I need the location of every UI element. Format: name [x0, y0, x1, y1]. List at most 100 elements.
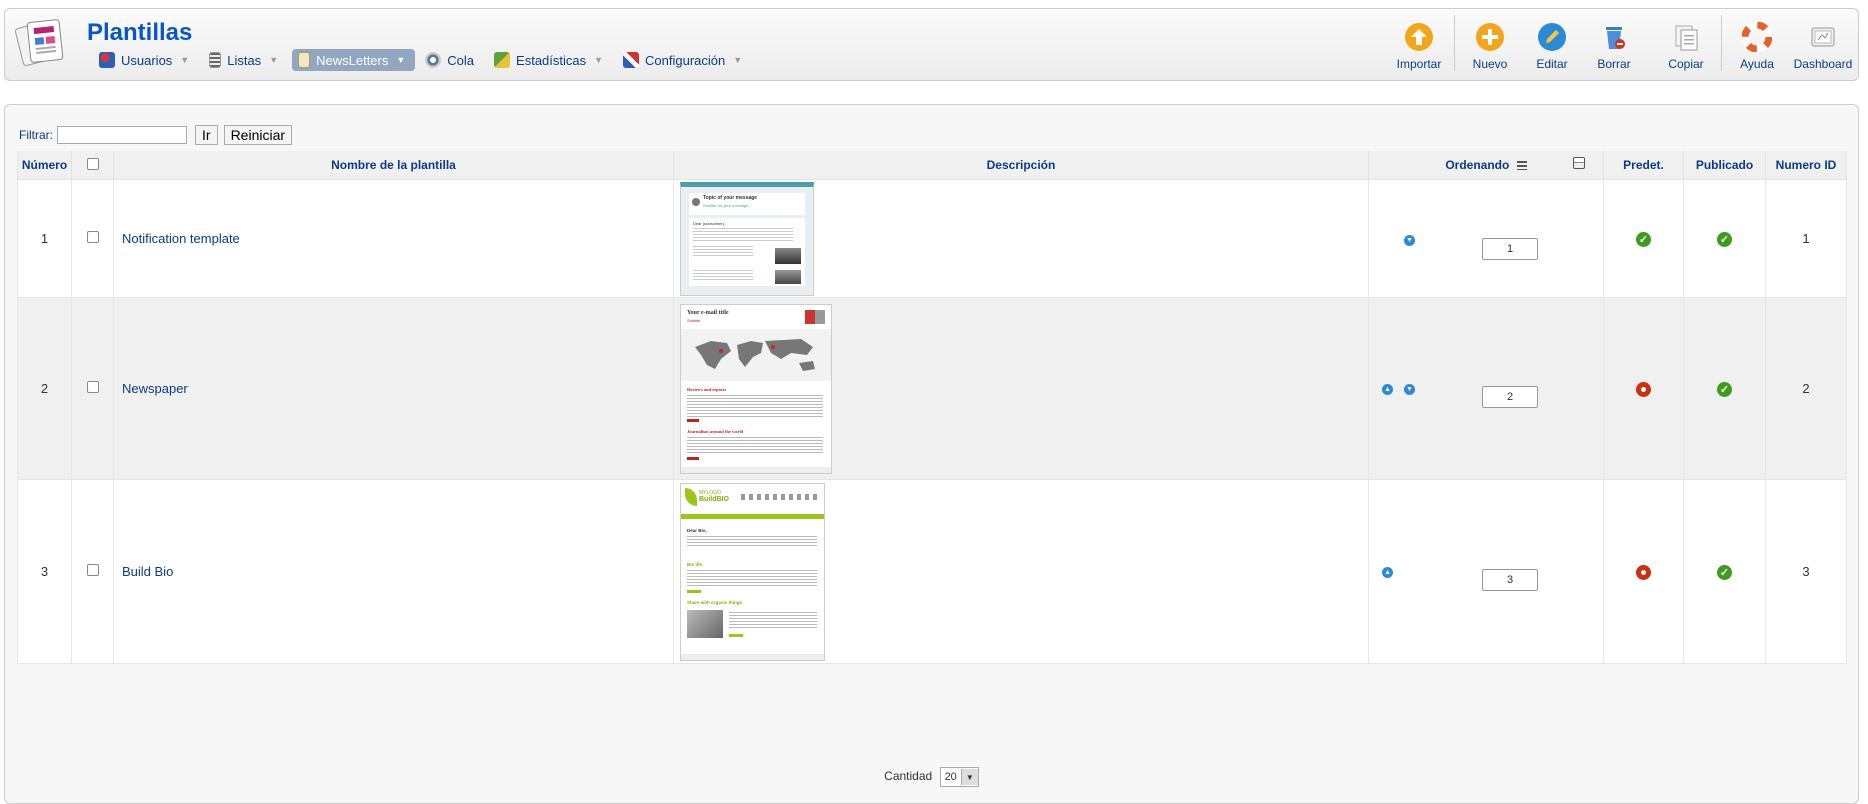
quantity-value: 20 — [944, 771, 957, 783]
menu-item-queue[interactable]: Cola — [419, 49, 484, 71]
menu-item-newsletters[interactable]: NewsLetters ▼ — [292, 49, 416, 71]
row-number: 2 — [17, 297, 72, 480]
delete-button[interactable]: Borrar — [1583, 15, 1645, 77]
row-checkbox[interactable] — [86, 381, 99, 393]
move-down-icon[interactable]: ▼ — [1404, 384, 1415, 395]
menu-item-statistics[interactable]: Estadísticas ▼ — [488, 49, 613, 71]
ordering-cell: ▲ ▼ 2 — [1368, 297, 1604, 480]
row-id: 2 — [1765, 297, 1847, 480]
caret-down-icon: ▼ — [594, 55, 604, 65]
caret-down-icon: ▼ — [733, 55, 743, 65]
thumb-world-map — [681, 328, 831, 381]
thumb-heading: Bio life — [687, 561, 703, 567]
template-thumbnail-newspaper[interactable]: Your e-mail title Subtitle Reviews and r… — [680, 303, 832, 474]
edit-label: Editar — [1536, 57, 1568, 71]
ordering-cell: ▲ 3 — [1368, 479, 1604, 664]
leaf-icon — [685, 487, 697, 506]
thumb-greeting: Dear {subscriber}, — [693, 220, 726, 226]
default-cell — [1603, 479, 1684, 664]
dashboard-button[interactable]: Dashboard — [1788, 15, 1858, 77]
thumb-subtitle: Subtitle for your message — [703, 202, 749, 208]
table-row: 1 Notification template Topic of your me… — [17, 179, 1847, 298]
content-panel: Filtrar: Ir Reiniciar Número Nombre de l… — [4, 104, 1859, 804]
thumb-text-lines — [693, 227, 793, 242]
import-label: Importar — [1396, 57, 1442, 71]
column-header-number[interactable]: Número — [17, 151, 72, 180]
column-header-name[interactable]: Nombre de la plantilla — [113, 151, 674, 180]
copy-icon — [1670, 21, 1702, 53]
order-input[interactable]: 3 — [1482, 569, 1538, 591]
select-all-checkbox[interactable] — [86, 157, 99, 170]
template-thumbnail-notification[interactable]: Topic of your message Subtitle for your … — [680, 181, 814, 296]
order-input[interactable]: 2 — [1482, 386, 1538, 408]
row-number: 1 — [17, 179, 72, 298]
new-button[interactable]: Nuevo — [1459, 15, 1521, 77]
description-cell: Topic of your message Subtitle for your … — [673, 179, 1369, 298]
thumb-green-bar — [681, 513, 824, 519]
toolbar: Importar Nuevo Editar Borrar Copiar Ayud… — [1388, 15, 1858, 77]
move-up-icon[interactable]: ▲ — [1382, 384, 1393, 395]
menu-item-users[interactable]: Usuarios ▼ — [93, 49, 199, 71]
not-default-icon[interactable] — [1636, 565, 1651, 580]
column-header-id[interactable]: Numero ID — [1765, 151, 1847, 180]
thumb-nav-icons — [741, 493, 817, 500]
thumb-title: Your e-mail title — [687, 309, 729, 316]
thumb-read-more — [729, 633, 743, 637]
row-checkbox[interactable] — [86, 231, 99, 243]
queue-icon — [425, 52, 442, 68]
templates-logo-icon — [14, 15, 73, 71]
description-cell: MYLOGO BuildBIO Dear Bio, Bio life Share… — [673, 479, 1369, 664]
row-checkbox[interactable] — [86, 564, 99, 576]
menu-item-lists[interactable]: Listas ▼ — [203, 49, 288, 71]
column-header-published[interactable]: Publicado — [1683, 151, 1766, 180]
ordering-label[interactable]: Ordenando — [1445, 158, 1509, 172]
dashboard-label: Dashboard — [1793, 57, 1853, 71]
column-header-description[interactable]: Descripción — [673, 151, 1369, 180]
menu-item-label: Usuarios — [121, 52, 173, 68]
dropdown-arrow-icon[interactable]: ▼ — [960, 769, 978, 785]
thumb-text-lines — [687, 436, 823, 455]
not-default-icon[interactable] — [1636, 382, 1651, 397]
published-check-icon[interactable]: ✓ — [1717, 564, 1732, 580]
template-name-link[interactable]: Notification template — [113, 179, 674, 298]
import-button[interactable]: Importar — [1388, 15, 1450, 77]
sort-icon[interactable] — [1516, 161, 1527, 171]
copy-label: Copiar — [1668, 57, 1704, 71]
newsletter-icon — [298, 52, 311, 68]
move-down-icon[interactable]: ▼ — [1404, 235, 1415, 246]
go-button[interactable]: Ir — [195, 125, 218, 145]
list-icon — [209, 52, 222, 68]
copy-button[interactable]: Copiar — [1655, 15, 1717, 77]
help-button[interactable]: Ayuda — [1726, 15, 1788, 77]
default-check-icon[interactable]: ✓ — [1636, 231, 1651, 247]
thumb-footer — [681, 653, 824, 660]
thumb-subtitle: Subtitle — [687, 317, 701, 323]
thumb-brand: BuildBIO — [699, 495, 729, 503]
order-input[interactable]: 1 — [1482, 238, 1538, 260]
quantity-select[interactable]: 20 ▼ — [939, 767, 979, 787]
move-up-icon[interactable]: ▲ — [1382, 567, 1393, 578]
edit-button[interactable]: Editar — [1521, 15, 1583, 77]
thumb-section-heading: Reviews and reports — [687, 386, 727, 392]
caret-down-icon: ▼ — [269, 55, 279, 65]
published-check-icon[interactable]: ✓ — [1717, 231, 1732, 247]
table-row: 3 Build Bio MYLOGO BuildBIO Dear Bio, Bi… — [17, 479, 1847, 664]
menu-item-configuration[interactable]: Configuración ▼ — [617, 49, 752, 71]
caret-down-icon: ▼ — [396, 55, 406, 65]
delete-label: Borrar — [1597, 57, 1631, 71]
new-label: Nuevo — [1472, 57, 1508, 71]
thumb-photo — [775, 269, 801, 284]
column-header-default[interactable]: Predet. — [1603, 151, 1684, 180]
row-id: 1 — [1765, 179, 1847, 298]
template-name-link[interactable]: Build Bio — [113, 479, 674, 664]
thumb-read-more — [687, 418, 699, 422]
thumb-body: Dear {subscriber}, — [689, 217, 805, 286]
template-name-link[interactable]: Newspaper — [113, 297, 674, 480]
filter-input[interactable] — [57, 126, 187, 144]
lifebuoy-icon — [1741, 21, 1773, 53]
save-order-icon[interactable] — [1573, 157, 1585, 169]
published-check-icon[interactable]: ✓ — [1717, 381, 1732, 397]
reset-button[interactable]: Reiniciar — [223, 125, 293, 145]
template-thumbnail-buildbio[interactable]: MYLOGO BuildBIO Dear Bio, Bio life Share… — [680, 482, 825, 661]
toolbar-separator — [1454, 15, 1455, 71]
